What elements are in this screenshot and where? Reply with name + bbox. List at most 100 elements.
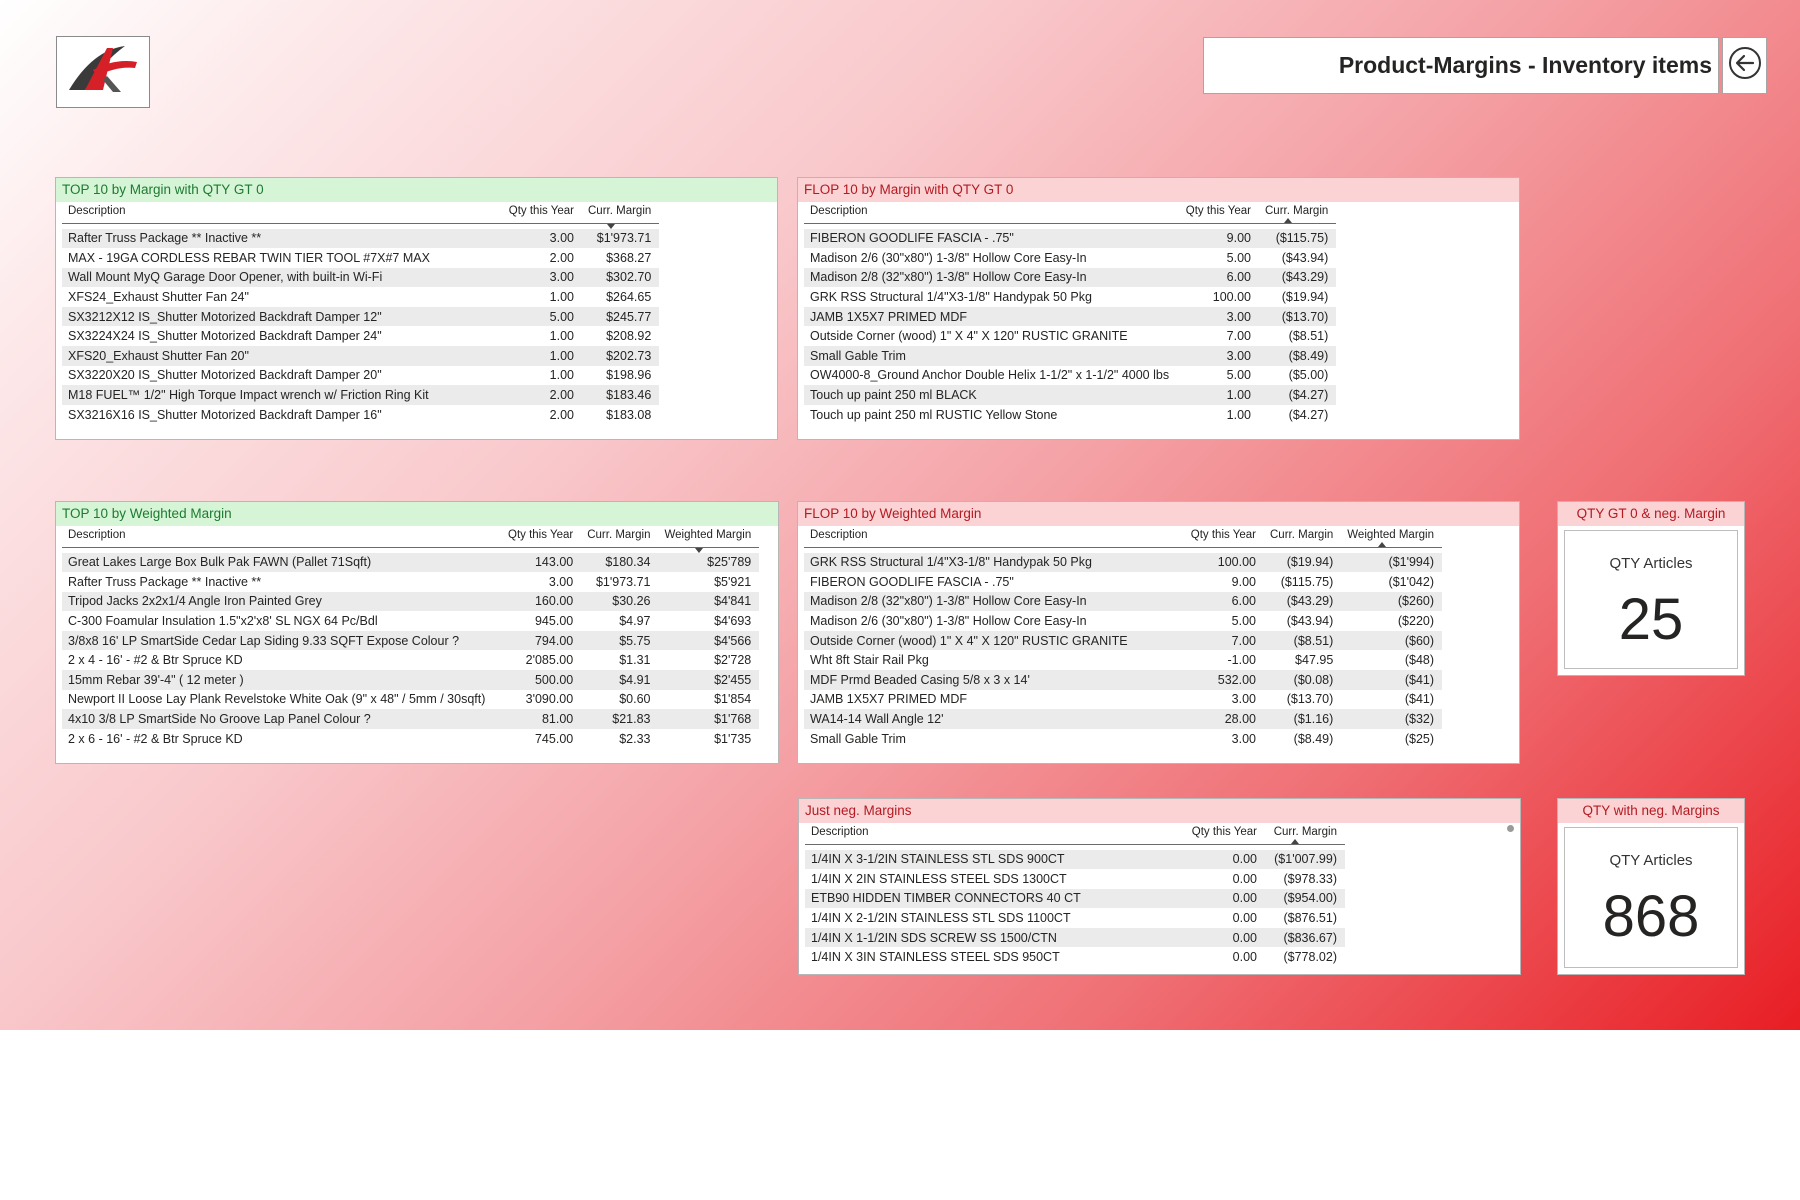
table-row[interactable]: 2 x 4 - 16' - #2 & Btr Spruce KD 2'085.00… — [62, 650, 759, 670]
column-header-curr-margin[interactable]: Curr. Margin — [1264, 526, 1342, 548]
scrollbar-thumb[interactable] — [1507, 825, 1514, 832]
table-row[interactable]: Small Gable Trim 3.00 ($8.49) — [804, 346, 1337, 366]
table-row[interactable]: Madison 2/8 (32"x80") 1-3/8" Hollow Core… — [804, 591, 1443, 612]
card-value: 25 — [1618, 587, 1684, 652]
table-row[interactable]: SX3224X24 IS_Shutter Motorized Backdraft… — [62, 326, 659, 346]
cell-value: 1.00 — [1226, 407, 1251, 422]
column-header-description[interactable]: Description — [62, 202, 502, 224]
cell-value: 945.00 — [534, 614, 574, 629]
table-row[interactable]: 15mm Rebar 39'-4" ( 12 meter ) 500.00 $4.9… — [62, 670, 760, 690]
table-row[interactable]: Outside Corner (wood) 1" X 4" X 120" RUS… — [804, 630, 1443, 651]
table-row[interactable]: GRK RSS Structural 1/4"X3-1/8" Handypak … — [804, 287, 1336, 307]
cell-description: MDF Prmd Beaded Casing 5/8 x 3 x 14' — [804, 670, 1184, 690]
table-row[interactable]: Touch up paint 250 ml BLACK 1.00 ($4.27) — [804, 385, 1337, 405]
column-header-description[interactable]: Description — [62, 526, 502, 548]
cell-value: ($876.51) — [1283, 911, 1337, 926]
column-header-qty[interactable]: Qty this Year — [1184, 526, 1264, 548]
table-row[interactable]: 2 x 6 - 16' - #2 & Btr Spruce KD 745.00 $2… — [62, 729, 759, 749]
cell-value: ($115.75) — [1280, 574, 1334, 589]
table-row[interactable]: 1/4IN X 2IN STAINLESS STEEL SDS 1300CT 0.… — [805, 869, 1345, 889]
table-row[interactable]: 4x10 3/8 LP SmartSide No Groove Lap Pane… — [62, 709, 760, 729]
column-header-weighted-margin[interactable]: Weighted Margin — [1341, 526, 1443, 548]
table-row[interactable]: Touch up paint 250 ml RUSTIC Yellow Ston… — [804, 405, 1336, 425]
table-row[interactable]: 3/8x8 16' LP SmartSide Cedar Lap Siding … — [62, 630, 760, 651]
column-header-weighted-margin[interactable]: Weighted Margin — [658, 526, 760, 553]
cell-value: ($4.27) — [1288, 407, 1329, 422]
table-row[interactable]: Wht 8ft Stair Rail Pkg -1.00 $47.95 ($48) — [804, 650, 1442, 670]
cell-value: ($8.49) — [1293, 731, 1334, 746]
cell-value: 1.00 — [549, 329, 574, 344]
table-row[interactable]: 1/4IN X 2-1/2IN STAINLESS STL SDS 1100CT… — [805, 908, 1345, 928]
table-row[interactable]: SX3220X20 IS_Shutter Motorized Backdraft… — [62, 366, 659, 386]
table-row[interactable]: ETB90 HIDDEN TIMBER CONNECTORS 40 CT 0.00… — [805, 888, 1345, 909]
cell-value: 0.00 — [1232, 871, 1257, 886]
cell-value: $21.83 — [581, 709, 659, 729]
table-row[interactable]: Madison 2/8 (32"x80") 1-3/8" Hollow Core… — [804, 267, 1337, 288]
column-header-curr-margin[interactable]: Curr. Margin — [581, 526, 659, 548]
table-row[interactable]: Small Gable Trim 3.00 ($8.49) ($25) — [804, 729, 1442, 749]
cell-value: 3.00 — [1179, 346, 1259, 366]
cell-value: 3.00 — [1231, 731, 1256, 746]
cell-description: 1/4IN X 2-1/2IN STAINLESS STL SDS 1100CT — [811, 911, 1071, 926]
cell-value: 160.00 — [502, 591, 582, 612]
cell-value: 3.00 — [502, 228, 582, 249]
table-row[interactable]: Rafter Truss Package ** Inactive ** 3.00 $… — [62, 572, 759, 592]
cell-value: 5.00 — [502, 306, 582, 327]
table-row[interactable]: JAMB 1X5X7 PRIMED MDF 3.00 ($13.70) ($41) — [804, 690, 1442, 710]
back-button[interactable] — [1722, 37, 1767, 94]
column-header-curr-margin[interactable]: Curr. Margin — [1265, 823, 1345, 845]
cell-value: ($48) — [1404, 653, 1435, 668]
table-row[interactable]: 1/4IN X 3IN STAINLESS STEEL SDS 950CT 0.0… — [805, 947, 1345, 967]
table-row[interactable]: Wall Mount MyQ Garage Door Opener, with … — [62, 267, 660, 288]
column-header-description[interactable]: Description — [804, 526, 1184, 548]
table-row[interactable]: C-300 Foamular Insulation 1.5"x2'x8' SL … — [62, 611, 759, 631]
cell-description: M18 FUEL™ 1/2" High Torque Impact wrench… — [62, 385, 502, 405]
table-row[interactable]: Rafter Truss Package ** Inactive ** 3.00 $… — [62, 228, 660, 249]
table-row[interactable]: 1/4IN X 1-1/2IN SDS SCREW SS 1500/CTN 0.0… — [805, 927, 1345, 948]
table-row[interactable]: 1/4IN X 3-1/2IN STAINLESS STL SDS 900CT 0… — [805, 849, 1345, 870]
cell-value: ($8.49) — [1259, 346, 1337, 366]
cell-value: $4'693 — [714, 614, 752, 629]
table-row[interactable]: GRK RSS Structural 1/4"X3-1/8" Handypak … — [804, 552, 1443, 573]
table-row[interactable]: Tripod Jacks 2x2x1/4 Angle Iron Painted … — [62, 591, 760, 612]
table-row[interactable]: WA14-14 Wall Angle 12' 28.00 ($1.16) ($32) — [804, 709, 1443, 729]
cell-value: 7.00 — [1226, 329, 1251, 344]
table-row[interactable]: Madison 2/6 (30"x80") 1-3/8" Hollow Core… — [804, 248, 1336, 268]
table-row[interactable]: XFS20_Exhaust Shutter Fan 20" 1.00 $202.73 — [62, 346, 660, 366]
table-row[interactable]: Newport II Loose Lay Plank Revelstoke Wh… — [62, 690, 759, 710]
cell-value: 2.00 — [549, 250, 574, 265]
cell-value: ($8.51) — [1288, 329, 1329, 344]
column-header-description[interactable]: Description — [805, 823, 1185, 845]
table-row[interactable]: JAMB 1X5X7 PRIMED MDF 3.00 ($13.70) — [804, 306, 1337, 327]
column-header-qty[interactable]: Qty this Year — [1185, 823, 1265, 845]
company-logo — [56, 36, 150, 108]
table-row[interactable]: XFS24_Exhaust Shutter Fan 24" 1.00 $264.65 — [62, 287, 659, 307]
table-row[interactable]: M18 FUEL™ 1/2" High Torque Impact wrench… — [62, 385, 660, 405]
table-row[interactable]: FIBERON GOODLIFE FASCIA - .75" 9.00 ($115.… — [804, 228, 1337, 249]
table-row[interactable]: SX3216X16 IS_Shutter Motorized Backdraft… — [62, 405, 659, 425]
column-header-curr-margin[interactable]: Curr. Margin — [1259, 202, 1337, 224]
cell-value: ($0.08) — [1264, 670, 1342, 690]
cell-value: 2.00 — [502, 385, 582, 405]
cell-value: $4.97 — [619, 614, 651, 629]
table-row[interactable]: Madison 2/6 (30"x80") 1-3/8" Hollow Core… — [804, 611, 1442, 631]
cell-value: $2.33 — [619, 731, 651, 746]
table-row[interactable]: MAX - 19GA CORDLESS REBAR TWIN TIER TOOL… — [62, 248, 659, 268]
table-row[interactable]: Outside Corner (wood) 1" X 4" X 120" RUS… — [804, 326, 1336, 346]
column-header-qty[interactable]: Qty this Year — [502, 202, 582, 224]
column-header-qty[interactable]: Qty this Year — [1179, 202, 1259, 224]
table-row[interactable]: FIBERON GOODLIFE FASCIA - .75" 9.00 ($115.… — [804, 572, 1442, 592]
table-row[interactable]: MDF Prmd Beaded Casing 5/8 x 3 x 14' 532.… — [804, 670, 1443, 690]
column-header-curr-margin[interactable]: Curr. Margin — [582, 202, 660, 229]
cell-description: FIBERON GOODLIFE FASCIA - .75" — [810, 574, 1014, 589]
table-row[interactable]: SX3212X12 IS_Shutter Motorized Backdraft… — [62, 306, 660, 327]
table-row[interactable]: OW4000-8_Ground Anchor Double Helix 1-1/… — [804, 366, 1336, 386]
cell-value: ($19.94) — [1281, 290, 1329, 305]
cell-value: 2.00 — [549, 407, 574, 422]
column-header-description[interactable]: Description — [804, 202, 1179, 224]
cell-description: 3/8x8 16' LP SmartSide Cedar Lap Siding … — [62, 630, 502, 651]
cell-value: $30.26 — [581, 591, 659, 612]
column-header-qty[interactable]: Qty this Year — [502, 526, 582, 548]
cell-value: $208.92 — [606, 329, 652, 344]
table-row[interactable]: Great Lakes Large Box Bulk Pak FAWN (Pal… — [62, 552, 760, 573]
